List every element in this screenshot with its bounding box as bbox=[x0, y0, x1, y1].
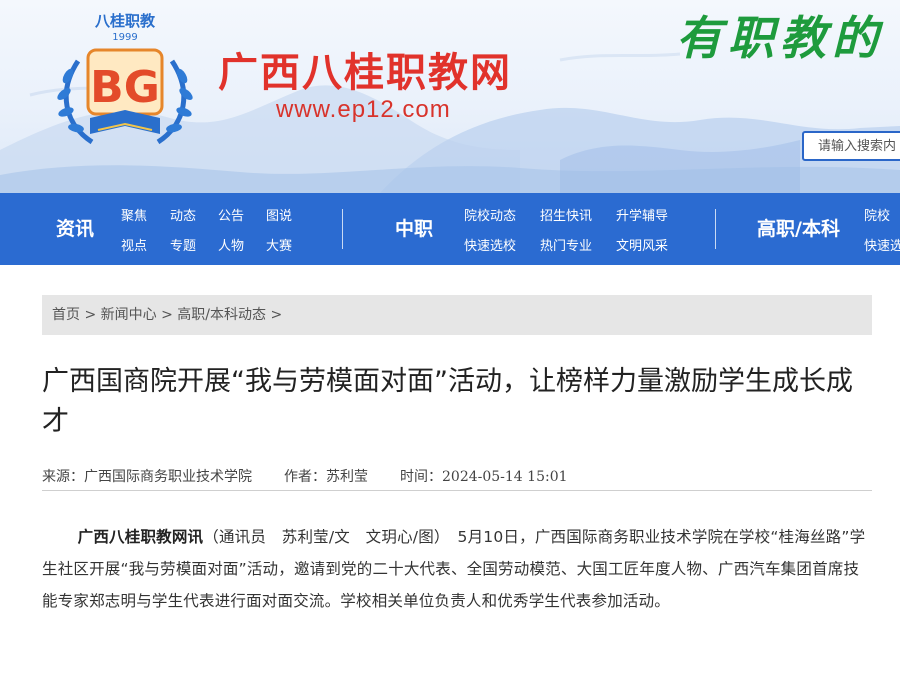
site-header: BG 八桂职教 1999 广西八桂职教网 www.ep12.com 有职教的 bbox=[0, 0, 900, 193]
time-value: 2024-05-14 15:01 bbox=[442, 469, 568, 485]
nav-link-college-news[interactable]: 院校 bbox=[864, 205, 890, 224]
nav-divider bbox=[715, 209, 716, 249]
nav-category-higher[interactable]: 高职/本科 bbox=[757, 193, 840, 265]
nav-link-special[interactable]: 专题 bbox=[170, 235, 196, 254]
source-value: 广西国际商务职业技术学院 bbox=[84, 469, 252, 485]
nav-link-quick-select[interactable]: 快速选 bbox=[864, 235, 900, 254]
nav-divider bbox=[342, 209, 343, 249]
nav-link-hot-majors[interactable]: 热门专业 bbox=[540, 235, 592, 254]
article-paragraph: 广西八桂职教网讯（通讯员 苏利莹/文 文玥心/图） 5月10日，广西国际商务职业… bbox=[42, 521, 874, 617]
svg-text:BG: BG bbox=[90, 62, 160, 113]
site-url: www.ep12.com bbox=[276, 96, 451, 123]
site-logo[interactable]: BG 八桂职教 1999 bbox=[50, 6, 200, 156]
breadcrumb-separator: > bbox=[161, 307, 173, 323]
author-value: 苏利莹 bbox=[326, 469, 368, 485]
site-name[interactable]: 广西八桂职教网 bbox=[218, 40, 512, 98]
svg-text:八桂职教: 八桂职教 bbox=[94, 12, 156, 30]
search-input[interactable] bbox=[802, 131, 900, 161]
slogan: 有职教的 bbox=[676, 11, 884, 65]
breadcrumb: 首页 > 新闻中心 > 高职/本科动态 > bbox=[42, 295, 872, 335]
nav-link-people[interactable]: 人物 bbox=[218, 235, 244, 254]
nav-link-enrollment[interactable]: 招生快讯 bbox=[540, 205, 592, 224]
breadcrumb-home[interactable]: 首页 bbox=[52, 307, 80, 323]
nav-link-quick-school[interactable]: 快速选校 bbox=[464, 235, 516, 254]
author-label: 作者： bbox=[284, 469, 326, 485]
breadcrumb-news-center[interactable]: 新闻中心 bbox=[101, 307, 157, 323]
nav-category-news[interactable]: 资讯 bbox=[56, 193, 94, 265]
nav-link-school-news[interactable]: 院校动态 bbox=[464, 205, 516, 224]
main-nav: 资讯 聚焦 动态 公告 图说 视点 专题 人物 大赛 中职 院校动态 招生快讯 … bbox=[0, 193, 900, 265]
breadcrumb-higher-news[interactable]: 高职/本科动态 bbox=[177, 307, 266, 323]
svg-text:1999: 1999 bbox=[112, 32, 137, 43]
nav-link-contest[interactable]: 大赛 bbox=[266, 235, 292, 254]
nav-link-civility[interactable]: 文明风采 bbox=[616, 235, 668, 254]
nav-link-dynamics[interactable]: 动态 bbox=[170, 205, 196, 224]
article-title: 广西国商院开展“我与劳模面对面”活动，让榜样力量激励学生成长成才 bbox=[42, 366, 853, 437]
nav-link-photo[interactable]: 图说 bbox=[266, 205, 292, 224]
nav-link-focus[interactable]: 聚焦 bbox=[121, 205, 147, 224]
time-label: 时间： bbox=[400, 469, 442, 485]
nav-link-viewpoint[interactable]: 视点 bbox=[121, 235, 147, 254]
nav-link-notice[interactable]: 公告 bbox=[218, 205, 244, 224]
article-meta: 来源：广西国际商务职业技术学院 作者：苏利莹 时间：2024-05-14 15:01 bbox=[42, 466, 568, 486]
source-label: 来源： bbox=[42, 469, 84, 485]
breadcrumb-separator: > bbox=[84, 307, 97, 323]
nav-link-further-study[interactable]: 升学辅导 bbox=[616, 205, 668, 224]
breadcrumb-separator: > bbox=[270, 307, 283, 323]
nav-category-secondary[interactable]: 中职 bbox=[395, 193, 433, 265]
meta-divider bbox=[42, 490, 872, 491]
lead-bold: 广西八桂职教网讯 bbox=[77, 528, 204, 546]
